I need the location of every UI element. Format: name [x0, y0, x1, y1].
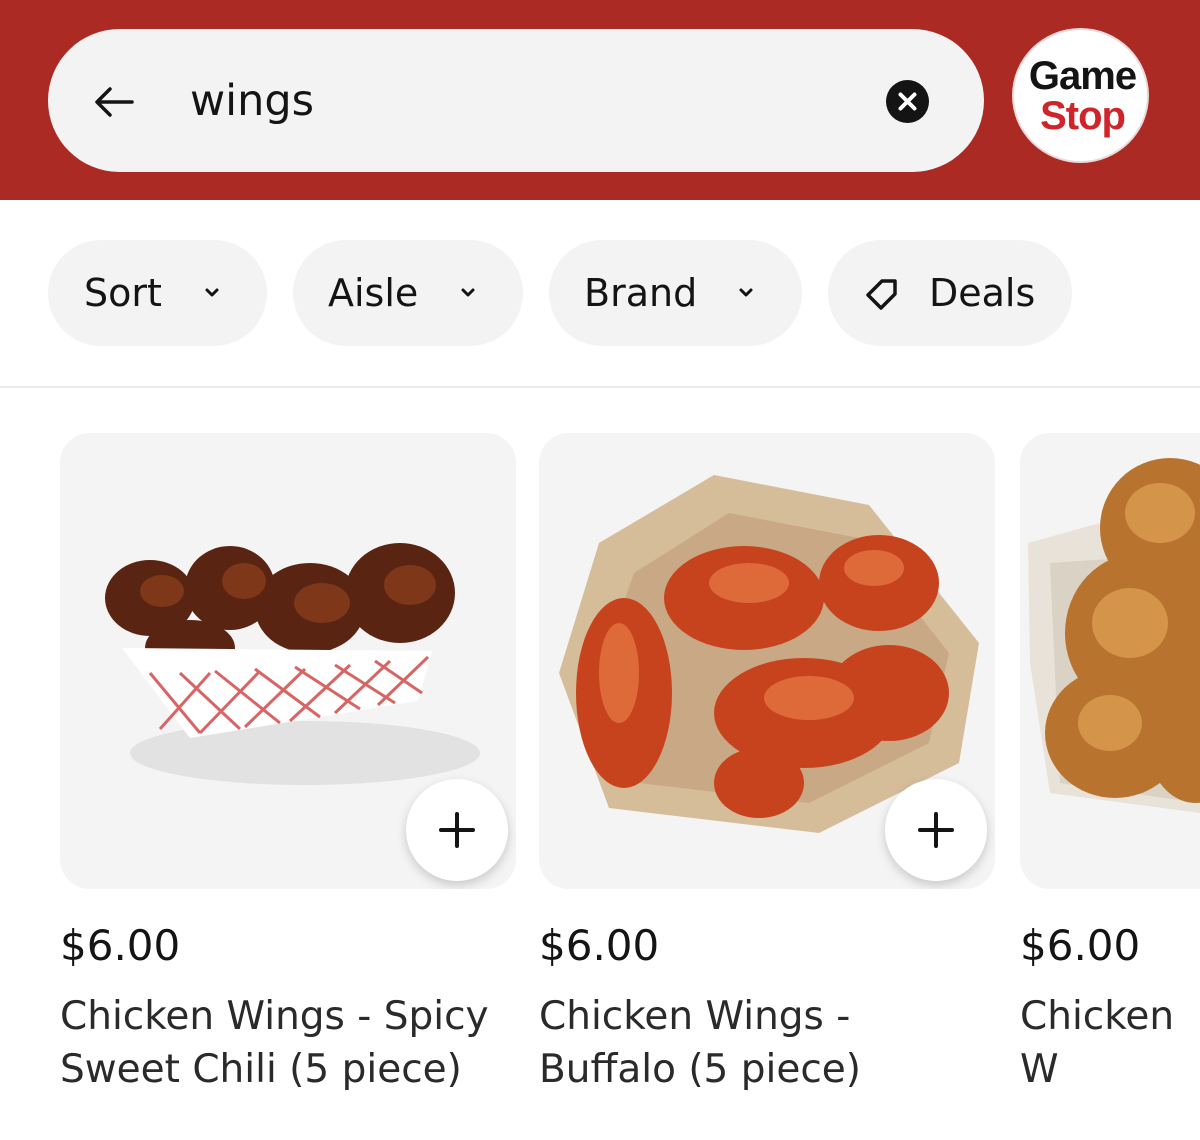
- product-price: $6.00: [1020, 921, 1141, 970]
- brand-filter-chip[interactable]: Brand: [549, 240, 802, 346]
- sort-chip-label: Sort: [84, 271, 162, 315]
- sort-filter-chip[interactable]: Sort: [48, 240, 267, 346]
- brand-chip-label: Brand: [584, 271, 698, 315]
- plus-icon: [439, 812, 475, 848]
- product-image-buffalo[interactable]: [539, 433, 995, 889]
- product-name[interactable]: Chicken Wings - Spicy Sweet Chili (5 pie…: [60, 990, 500, 1096]
- filter-divider: [0, 386, 1200, 388]
- store-logo-line-2: Stop: [1040, 94, 1126, 138]
- tag-icon: [866, 279, 897, 310]
- clear-search-button[interactable]: [886, 80, 929, 123]
- store-logo[interactable]: Game Stop: [1012, 28, 1149, 163]
- search-input[interactable]: [190, 68, 830, 134]
- product-image-fried-chicken[interactable]: [1020, 433, 1200, 889]
- store-logo-line-1: Game: [1028, 54, 1137, 98]
- fried-chicken-image: [1028, 458, 1200, 813]
- aisle-filter-chip[interactable]: Aisle: [293, 240, 523, 346]
- deals-chip-label: Deals: [929, 271, 1036, 315]
- product-name[interactable]: Chicken Wings - Buffalo (5 piece): [539, 990, 979, 1096]
- product-image-spicy-sweet-chili[interactable]: [60, 433, 516, 889]
- product-price: $6.00: [539, 921, 660, 970]
- product-price: $6.00: [60, 921, 181, 970]
- arrow-left-icon[interactable]: [92, 80, 136, 124]
- product-name[interactable]: Chicken W (5 piece): [1020, 990, 1200, 1100]
- add-to-cart-button[interactable]: [406, 779, 508, 881]
- deals-filter-chip[interactable]: Deals: [828, 240, 1072, 346]
- close-circle-icon: [898, 92, 917, 111]
- chevron-down-icon: [205, 288, 219, 297]
- aisle-chip-label: Aisle: [328, 271, 419, 315]
- add-to-cart-button[interactable]: [885, 779, 987, 881]
- plus-icon: [918, 812, 954, 848]
- chevron-down-icon: [461, 288, 475, 297]
- top-header: Game Stop: [0, 0, 1200, 200]
- chevron-down-icon: [739, 288, 753, 297]
